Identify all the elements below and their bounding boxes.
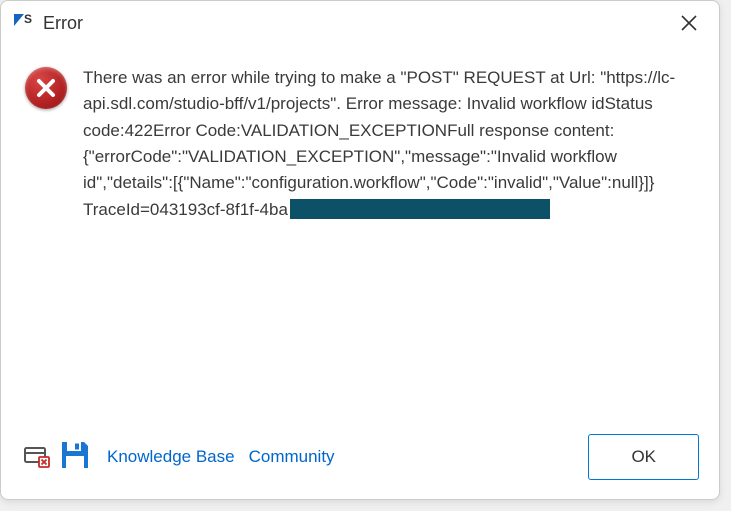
error-dialog: S Error There was an error while trying … <box>0 0 720 500</box>
message-column: There was an error while trying to make … <box>79 65 695 411</box>
titlebar: S Error <box>1 1 719 45</box>
footer-icons <box>21 437 93 478</box>
ok-button[interactable]: OK <box>588 434 699 480</box>
community-link[interactable]: Community <box>249 447 335 467</box>
error-message-text: There was an error while trying to make … <box>83 68 675 219</box>
dialog-title: Error <box>43 13 673 34</box>
knowledge-base-link[interactable]: Knowledge Base <box>107 447 235 467</box>
close-button[interactable] <box>673 7 705 39</box>
app-icon: S <box>11 11 35 35</box>
details-icon[interactable] <box>21 440 51 475</box>
svg-text:S: S <box>24 12 32 26</box>
error-icon <box>25 67 67 109</box>
error-icon-column <box>25 65 79 411</box>
dialog-footer: Knowledge Base Community OK <box>1 421 719 499</box>
dialog-content: There was an error while trying to make … <box>1 45 719 421</box>
save-icon[interactable] <box>57 437 93 478</box>
footer-links: Knowledge Base Community <box>107 447 588 467</box>
error-message: There was an error while trying to make … <box>83 65 685 223</box>
redacted-region <box>290 199 550 219</box>
close-icon <box>681 15 697 31</box>
